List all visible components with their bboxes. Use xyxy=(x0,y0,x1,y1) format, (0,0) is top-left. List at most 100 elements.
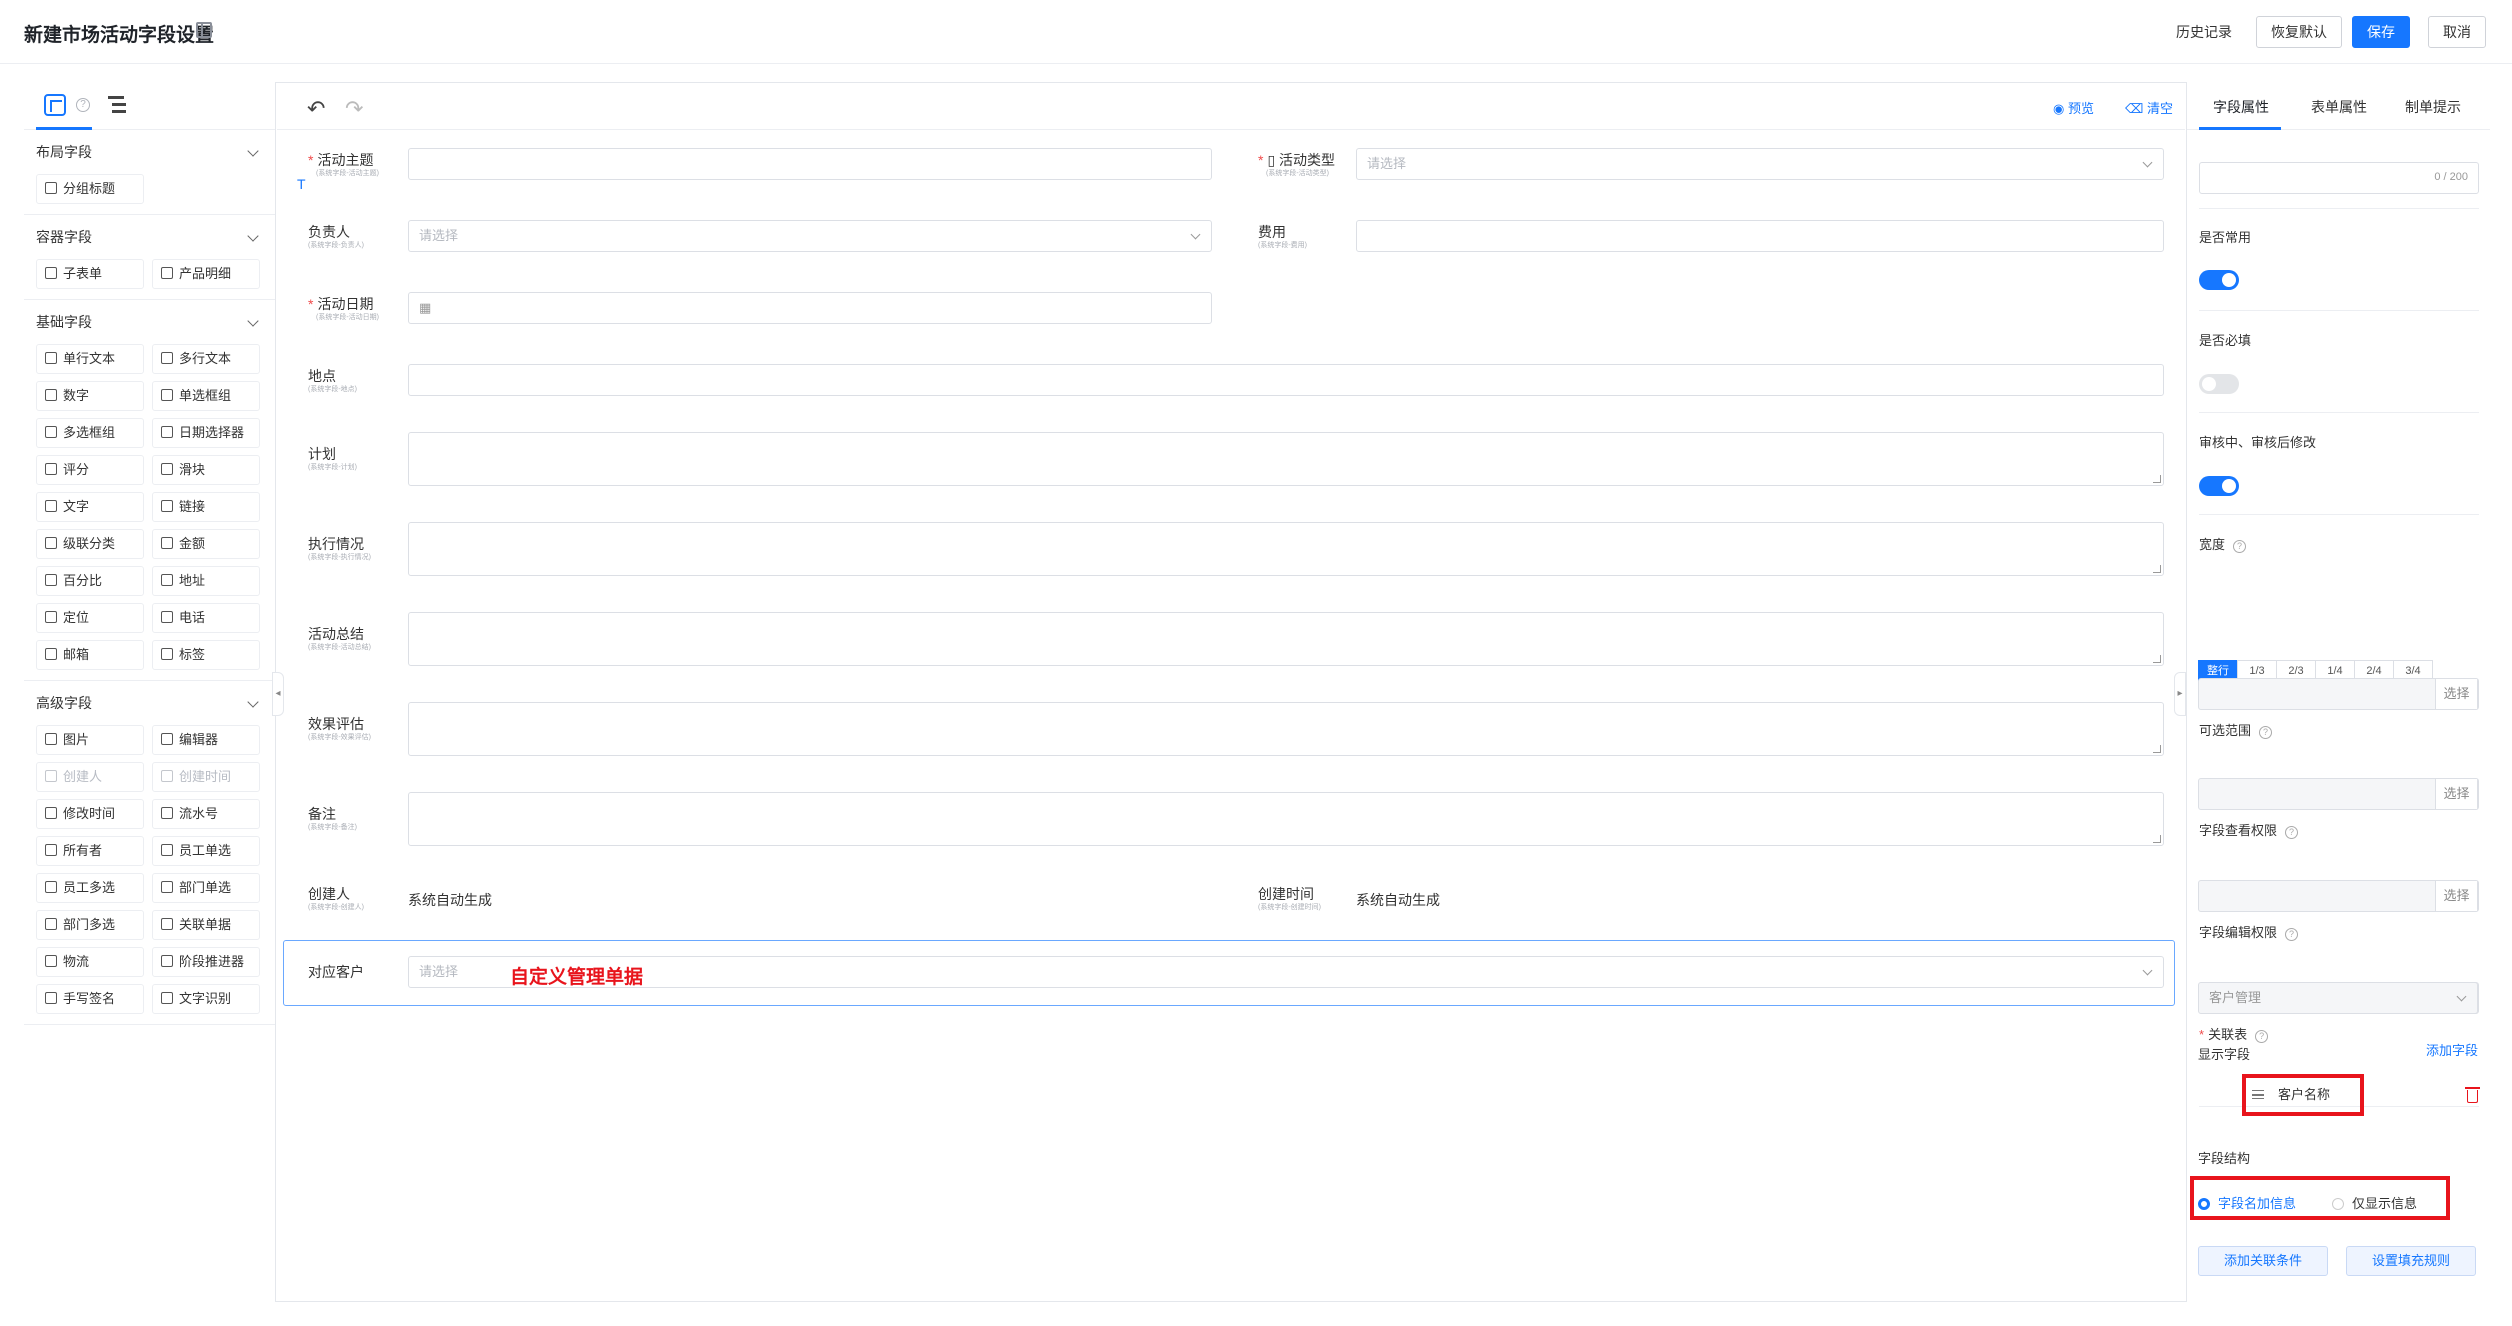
palette-item[interactable]: 电话 xyxy=(152,603,260,633)
palette-item[interactable]: 级联分类 xyxy=(36,529,144,559)
palette-item[interactable]: 手写签名 xyxy=(36,984,144,1014)
palette-group-header[interactable]: 高级字段 xyxy=(36,681,263,725)
outline-tree-icon[interactable] xyxy=(108,94,130,116)
set-fill-rule-button[interactable]: 设置填充规则 xyxy=(2346,1246,2476,1276)
cancel-button[interactable]: 取消 xyxy=(2428,16,2486,48)
field-name-input[interactable]: 0 / 200 xyxy=(2199,162,2479,194)
palette-item[interactable]: 产品明细 xyxy=(152,259,260,289)
tab-form-tips[interactable]: 制单提示 xyxy=(2405,97,2461,117)
save-button[interactable]: 保存 xyxy=(2352,16,2410,48)
tab-field-properties[interactable]: 字段属性 xyxy=(2213,97,2269,117)
place-input[interactable] xyxy=(408,364,2164,396)
view-permission-field[interactable]: 选择 xyxy=(2198,778,2478,810)
edit-after-review-toggle[interactable] xyxy=(2199,476,2239,496)
palette-item[interactable]: 邮箱 xyxy=(36,640,144,670)
palette-item-label: 关联单据 xyxy=(179,917,232,932)
palette-item[interactable]: 百分比 xyxy=(36,566,144,596)
add-field-link[interactable]: 添加字段 xyxy=(2426,1040,2478,1059)
palette-item[interactable]: 关联单据 xyxy=(152,910,260,940)
edit-permission-select-button[interactable]: 选择 xyxy=(2435,881,2477,911)
palette-group-header[interactable]: 基础字段 xyxy=(36,300,263,344)
summary-textarea[interactable] xyxy=(408,612,2164,666)
range-select-button[interactable]: 选择 xyxy=(2435,679,2477,709)
redo-icon[interactable]: ↷ xyxy=(345,96,363,122)
palette-item[interactable]: 数字 xyxy=(36,381,144,411)
help-icon: ? xyxy=(2259,726,2273,739)
palette-item[interactable]: 员工多选 xyxy=(36,873,144,903)
palette-item[interactable]: 文字 xyxy=(36,492,144,522)
palette-item[interactable]: 所有者 xyxy=(36,836,144,866)
execution-textarea[interactable] xyxy=(408,522,2164,576)
palette-item[interactable]: 单行文本 xyxy=(36,344,144,374)
palette-item[interactable]: 多选框组 xyxy=(36,418,144,448)
palette-item[interactable]: 物流 xyxy=(36,947,144,977)
palette-item[interactable]: 日期选择器 xyxy=(152,418,260,448)
evaluation-textarea[interactable] xyxy=(408,702,2164,756)
required-toggle[interactable] xyxy=(2199,374,2239,394)
activity-type-select[interactable]: 请选择 xyxy=(1356,148,2164,180)
note-textarea[interactable] xyxy=(408,792,2164,846)
palette-group-header[interactable]: 布局字段 xyxy=(36,130,263,174)
palette-item[interactable]: 评分 xyxy=(36,455,144,485)
palette-item[interactable]: 分组标题 xyxy=(36,174,144,204)
palette-item[interactable]: 地址 xyxy=(152,566,260,596)
palette-item[interactable]: 阶段推进器 xyxy=(152,947,260,977)
divider xyxy=(2199,514,2479,515)
range-input-field[interactable]: 选择 xyxy=(2198,678,2478,710)
collapse-right-panel-button[interactable]: ▸ xyxy=(2174,672,2186,716)
palette-item[interactable]: 链接 xyxy=(152,492,260,522)
display-field-item[interactable]: 客户名称 xyxy=(2242,1074,2364,1116)
label-plan: 计划 xyxy=(308,446,336,462)
palette-group-title: 容器字段 xyxy=(36,229,92,245)
palette-item[interactable]: 员工单选 xyxy=(152,836,260,866)
relation-table-field[interactable]: 客户管理 xyxy=(2198,982,2478,1014)
palette-item[interactable]: 部门多选 xyxy=(36,910,144,940)
palette-item[interactable]: 滑块 xyxy=(152,455,260,485)
palette-item[interactable]: 编辑器 xyxy=(152,725,260,755)
palette-item[interactable]: 图片 xyxy=(36,725,144,755)
components-tab-icon[interactable] xyxy=(44,94,66,116)
undo-icon[interactable]: ↶ xyxy=(307,96,325,122)
customer-select[interactable]: 请选择 xyxy=(408,956,2164,988)
history-link[interactable]: 历史记录 xyxy=(2176,16,2232,48)
palette-item[interactable]: 定位 xyxy=(36,603,144,633)
cost-input[interactable] xyxy=(1356,220,2164,252)
sub-activity-type: (系统字段-活动类型) xyxy=(1266,170,1329,177)
add-relation-condition-button[interactable]: 添加关联条件 xyxy=(2198,1246,2328,1276)
clear-button[interactable]: ⌫ 清空 xyxy=(2125,98,2173,117)
palette-item[interactable]: 部门单选 xyxy=(152,873,260,903)
palette-item[interactable]: 标签 xyxy=(152,640,260,670)
preview-button[interactable]: ◉ 预览 xyxy=(2053,98,2094,117)
layout-toggle-icon[interactable] xyxy=(196,22,212,38)
radio-name-with-info[interactable]: 字段名加信息 xyxy=(2198,1193,2296,1212)
divider xyxy=(2199,208,2479,209)
plan-textarea[interactable] xyxy=(408,432,2164,486)
owner-select[interactable]: 请选择 xyxy=(408,220,1212,252)
palette-item[interactable]: 文字识别 xyxy=(152,984,260,1014)
palette-item[interactable]: 子表单 xyxy=(36,259,144,289)
radio-info-only[interactable]: 仅显示信息 xyxy=(2332,1193,2417,1212)
palette-item[interactable]: 金额 xyxy=(152,529,260,559)
palette-item-label: 单行文本 xyxy=(63,351,116,366)
restore-default-button[interactable]: 恢复默认 xyxy=(2256,16,2342,48)
tab-form-properties[interactable]: 表单属性 xyxy=(2311,97,2367,117)
view-permission-select-button[interactable]: 选择 xyxy=(2435,779,2477,809)
palette-item[interactable]: 单选框组 xyxy=(152,381,260,411)
palette-item[interactable]: 修改时间 xyxy=(36,799,144,829)
delete-icon[interactable] xyxy=(2465,1087,2480,1103)
palette-item[interactable]: 多行文本 xyxy=(152,344,260,374)
palette-item-label: 链接 xyxy=(179,499,206,514)
edit-permission-field[interactable]: 选择 xyxy=(2198,880,2478,912)
help-icon[interactable]: ? xyxy=(76,98,90,112)
palette-group-header[interactable]: 容器字段 xyxy=(36,215,263,259)
palette-item[interactable]: 流水号 xyxy=(152,799,260,829)
palette-item-label: 手写签名 xyxy=(63,991,116,1006)
common-toggle[interactable] xyxy=(2199,270,2239,290)
field-type-icon xyxy=(161,426,173,438)
activity-date-picker[interactable]: ▦ xyxy=(408,292,1212,324)
label-activity-theme: * 活动主题 xyxy=(308,152,374,168)
clipboard-icon: ▯ xyxy=(1267,152,1280,168)
activity-theme-input[interactable] xyxy=(408,148,1212,180)
drag-handle-icon[interactable] xyxy=(2252,1090,2264,1099)
palette-item-label: 编辑器 xyxy=(179,732,219,747)
